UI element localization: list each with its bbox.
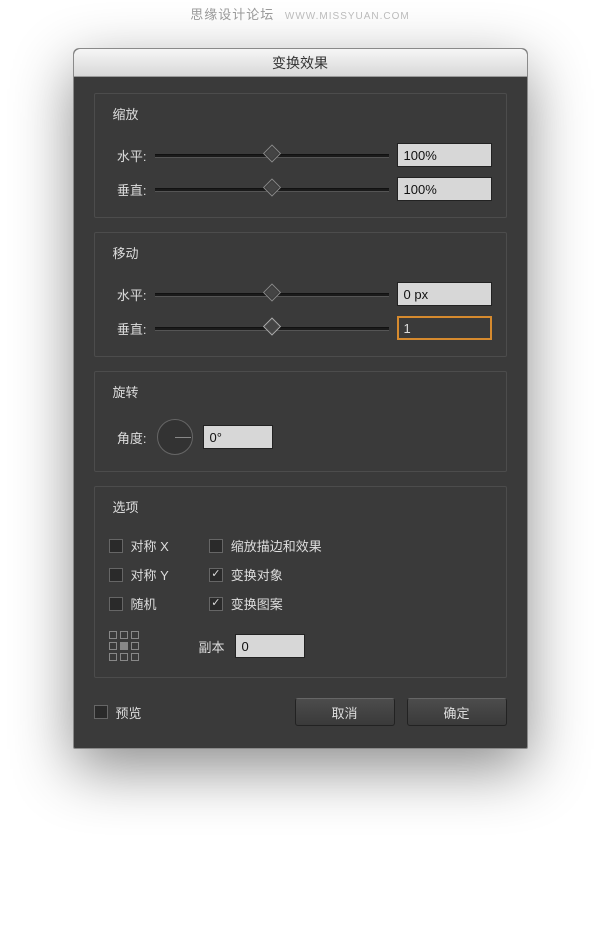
scale-vertical-input[interactable]: 100% (397, 177, 492, 201)
move-horizontal-input[interactable]: 0 px (397, 282, 492, 306)
move-vertical-input[interactable]: 1 (397, 316, 492, 340)
scale-horizontal-label: 水平: (109, 146, 147, 165)
option-transform-patterns[interactable]: 变换图案 (209, 594, 322, 613)
checkbox-icon[interactable] (209, 539, 223, 553)
move-horizontal-slider[interactable] (155, 286, 389, 302)
option-reflect-y-label: 对称 Y (131, 565, 169, 584)
dialog-window: 变换效果 缩放 水平: 100% 垂直: 100% 移动 (73, 48, 528, 749)
titlebar[interactable]: 变换效果 (74, 49, 527, 77)
option-transform-patterns-label: 变换图案 (231, 594, 283, 613)
slider-thumb-icon[interactable] (262, 317, 280, 335)
group-move: 移动 水平: 0 px 垂直: 1 (94, 232, 507, 357)
copies-row: 副本 0 (199, 634, 305, 658)
copies-input[interactable]: 0 (235, 634, 305, 658)
option-random-label: 随机 (131, 594, 157, 613)
group-options: 选项 对称 X 对称 Y 随机 (94, 486, 507, 678)
cancel-button[interactable]: 取消 (295, 698, 395, 726)
dialog-content: 缩放 水平: 100% 垂直: 100% 移动 水平: (74, 77, 527, 748)
copies-label: 副本 (199, 637, 225, 656)
option-random[interactable]: 随机 (109, 594, 169, 613)
move-vertical-slider[interactable] (155, 320, 389, 336)
dialog-buttons: 取消 确定 (295, 698, 507, 726)
scale-vertical-slider[interactable] (155, 181, 389, 197)
group-move-title: 移动 (109, 243, 143, 262)
angle-dial-icon[interactable] (157, 419, 193, 455)
watermark-url: WWW.MISSYUAN.COM (285, 11, 410, 22)
move-vertical-row: 垂直: 1 (109, 316, 492, 340)
option-scale-strokes-label: 缩放描边和效果 (231, 536, 322, 555)
checkbox-icon[interactable] (209, 597, 223, 611)
rotate-angle-label: 角度: (109, 428, 147, 447)
group-scale-title: 缩放 (109, 104, 143, 123)
preview-label: 预览 (116, 703, 142, 722)
watermark-text: 思缘设计论坛 (190, 7, 274, 22)
move-vertical-label: 垂直: (109, 319, 147, 338)
scale-horizontal-row: 水平: 100% (109, 143, 492, 167)
dialog-footer: 预览 取消 确定 (94, 698, 507, 726)
group-scale: 缩放 水平: 100% 垂直: 100% (94, 93, 507, 218)
anchor-point-icon[interactable] (109, 631, 139, 661)
slider-thumb-icon[interactable] (262, 283, 280, 301)
scale-horizontal-input[interactable]: 100% (397, 143, 492, 167)
option-reflect-y[interactable]: 对称 Y (109, 565, 169, 584)
group-rotate-title: 旋转 (109, 382, 143, 401)
checkbox-icon[interactable] (109, 597, 123, 611)
rotate-angle-row: 角度: 0° (109, 419, 492, 455)
group-rotate: 旋转 角度: 0° (94, 371, 507, 472)
watermark: 思缘设计论坛 WWW.MISSYUAN.COM (0, 4, 600, 23)
ok-button[interactable]: 确定 (407, 698, 507, 726)
anchor-row: 副本 0 (109, 631, 492, 661)
checkbox-icon[interactable] (109, 568, 123, 582)
group-options-title: 选项 (109, 497, 143, 516)
dialog-title: 变换效果 (272, 53, 328, 73)
checkbox-icon[interactable] (94, 705, 108, 719)
slider-thumb-icon[interactable] (262, 178, 280, 196)
scale-horizontal-slider[interactable] (155, 147, 389, 163)
preview-checkbox[interactable]: 预览 (94, 703, 142, 722)
slider-thumb-icon[interactable] (262, 144, 280, 162)
option-reflect-x-label: 对称 X (131, 536, 169, 555)
scale-vertical-label: 垂直: (109, 180, 147, 199)
checkbox-icon[interactable] (209, 568, 223, 582)
option-scale-strokes[interactable]: 缩放描边和效果 (209, 536, 322, 555)
option-transform-objects-label: 变换对象 (231, 565, 283, 584)
option-reflect-x[interactable]: 对称 X (109, 536, 169, 555)
move-horizontal-row: 水平: 0 px (109, 282, 492, 306)
scale-vertical-row: 垂直: 100% (109, 177, 492, 201)
rotate-angle-input[interactable]: 0° (203, 425, 273, 449)
option-transform-objects[interactable]: 变换对象 (209, 565, 322, 584)
move-horizontal-label: 水平: (109, 285, 147, 304)
options-grid: 对称 X 对称 Y 随机 缩放描边和效果 (109, 526, 492, 613)
checkbox-icon[interactable] (109, 539, 123, 553)
